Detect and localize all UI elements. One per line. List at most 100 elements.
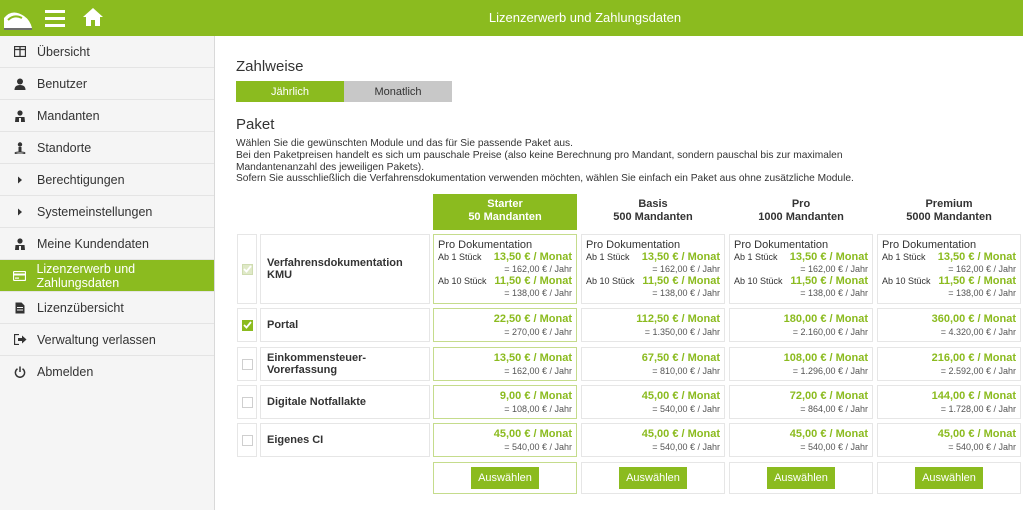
select-package-button-starter[interactable]: Auswählen	[471, 467, 539, 489]
tier-label: Ab 10 Stück	[882, 276, 931, 286]
sidebar-item-verwaltung-verlassen[interactable]: Verwaltung verlassen	[0, 324, 214, 356]
sidebar-item-label: Abmelden	[37, 365, 94, 379]
description-line: Wählen Sie die gewünschten Module und da…	[236, 138, 573, 149]
user-icon	[13, 77, 27, 91]
page-title: Lizenzerwerb und Zahlungsdaten	[488, 10, 682, 25]
sidebar-item-abmelden[interactable]: Abmelden	[0, 356, 214, 388]
tier-label: Ab 10 Stück	[734, 276, 783, 286]
module-checkbox[interactable]	[241, 358, 253, 370]
row-checkbox-cell	[237, 234, 257, 304]
sidebar-item-lizenzerwerb-und-zahlungsdaten[interactable]: Lizenzerwerb und Zahlungsdaten	[0, 260, 214, 292]
package-header-basis[interactable]: Basis 500 Mandanten	[581, 194, 725, 230]
sidebar-item-standorte[interactable]: Standorte	[0, 132, 214, 164]
monthly-price: 9,00 € / Monat	[499, 390, 572, 402]
monthly-price: 216,00 € / Monat	[931, 352, 1016, 364]
sidebar-item-mandanten[interactable]: Mandanten	[0, 100, 214, 132]
package-header-pro[interactable]: Pro 1000 Mandanten	[729, 194, 873, 230]
module-label: Eigenes CI	[260, 423, 430, 457]
package-clients: 5000 Mandanten	[906, 211, 992, 223]
button-cell: Auswählen	[877, 462, 1021, 494]
sidebar-item-label: Standorte	[37, 140, 92, 155]
chevron-right-icon	[13, 173, 27, 187]
yearly-price: = 138,00 € / Jahr	[504, 288, 572, 298]
yearly-price: = 162,00 € / Jahr	[504, 366, 572, 376]
price-cell: Pro Dokumentation Ab 1 Stück 13,50 € / Mon…	[877, 234, 1021, 304]
clients-icon	[13, 109, 27, 123]
location-icon	[13, 141, 27, 155]
payment-option-yearly[interactable]: Jährlich	[236, 81, 344, 102]
module-checkbox[interactable]	[241, 434, 253, 446]
sidebar-item-lizenzübersicht[interactable]: Lizenzübersicht	[0, 292, 214, 324]
chevron-right-icon	[13, 205, 27, 219]
yearly-price: = 1.296,00 € / Jahr	[792, 366, 868, 376]
row-checkbox-cell	[237, 308, 257, 342]
credit-card-icon	[13, 269, 27, 283]
document-icon	[13, 301, 27, 315]
price-cell: 45,00 € / Monat = 540,00 € / Jahr	[729, 423, 873, 457]
package-clients: 500 Mandanten	[613, 211, 693, 223]
sidebar-item-berechtigungen[interactable]: Berechtigungen	[0, 164, 214, 196]
package-name: Starter	[487, 198, 523, 210]
sidebar-item-benutzer[interactable]: Benutzer	[0, 68, 214, 100]
tier-label: Ab 1 Stück	[586, 252, 630, 262]
monthly-price: 144,00 € / Monat	[931, 390, 1016, 402]
monthly-price: 13,50 € / Monat	[937, 251, 1016, 263]
module-label: Verfahrensdokumentation KMU	[260, 234, 430, 304]
tier-label: Ab 10 Stück	[586, 276, 635, 286]
yearly-price: = 864,00 € / Jahr	[800, 404, 868, 414]
monthly-price: 360,00 € / Monat	[931, 313, 1016, 325]
tier-label: Ab 10 Stück	[438, 276, 487, 286]
monthly-price: 45,00 € / Monat	[493, 428, 572, 440]
monthly-price: 45,00 € / Monat	[789, 428, 868, 440]
price-cell: 45,00 € / Monat = 540,00 € / Jahr	[877, 423, 1021, 457]
price-cell: 67,50 € / Monat = 810,00 € / Jahr	[581, 347, 725, 381]
customer-icon	[13, 237, 27, 251]
yearly-price: = 270,00 € / Jahr	[504, 327, 572, 337]
payment-heading: Zahlweise	[236, 58, 304, 75]
row-checkbox-cell	[237, 423, 257, 457]
row-checkbox-cell	[237, 347, 257, 381]
sidebar-item-label: Verwaltung verlassen	[37, 332, 156, 347]
select-package-button-pro[interactable]: Auswählen	[767, 467, 835, 489]
package-name: Pro	[791, 198, 811, 210]
yearly-price: = 162,00 € / Jahr	[652, 264, 720, 274]
tier-label: Ab 1 Stück	[734, 252, 778, 262]
select-package-button-premium[interactable]: Auswählen	[915, 467, 983, 489]
module-checkbox[interactable]	[241, 319, 253, 331]
price-title: Pro Dokumentation	[882, 239, 977, 251]
monthly-price: 22,50 € / Monat	[493, 313, 572, 325]
price-cell: 22,50 € / Monat = 270,00 € / Jahr	[433, 308, 577, 342]
monthly-price: 45,00 € / Monat	[641, 390, 720, 402]
price-title: Pro Dokumentation	[734, 239, 829, 251]
yearly-price: = 2.592,00 € / Jahr	[940, 366, 1016, 376]
sidebar-item-meine-kundendaten[interactable]: Meine Kundendaten	[0, 228, 214, 260]
power-icon	[13, 365, 27, 379]
sidebar-item-label: Benutzer	[37, 76, 88, 91]
button-cell: Auswählen	[581, 462, 725, 494]
yearly-price: = 540,00 € / Jahr	[800, 442, 868, 452]
monthly-price: 108,00 € / Monat	[783, 352, 868, 364]
package-name: Premium	[925, 198, 973, 210]
module-label: Einkommensteuer-Vorerfassung	[260, 347, 430, 381]
tier-label: Ab 1 Stück	[438, 252, 482, 262]
package-header-premium[interactable]: Premium 5000 Mandanten	[877, 194, 1021, 230]
yearly-price: = 540,00 € / Jahr	[948, 442, 1016, 452]
yearly-price: = 162,00 € / Jahr	[948, 264, 1016, 274]
monthly-price: 45,00 € / Monat	[937, 428, 1016, 440]
price-cell: 45,00 € / Monat = 540,00 € / Jahr	[581, 385, 725, 419]
payment-option-monthly[interactable]: Monatlich	[344, 81, 452, 102]
yearly-price: = 1.350,00 € / Jahr	[644, 327, 720, 337]
yearly-price: = 162,00 € / Jahr	[504, 264, 572, 274]
sidebar-item-übersicht[interactable]: Übersicht	[0, 36, 214, 68]
sidebar-item-systemeinstellungen[interactable]: Systemeinstellungen	[0, 196, 214, 228]
sidebar-item-label: Berechtigungen	[37, 172, 125, 187]
select-package-button-basis[interactable]: Auswählen	[619, 467, 687, 489]
price-cell: 13,50 € / Monat = 162,00 € / Jahr	[433, 347, 577, 381]
button-cell: Auswählen	[729, 462, 873, 494]
package-header-starter[interactable]: Starter 50 Mandanten	[433, 194, 577, 230]
yearly-price: = 810,00 € / Jahr	[652, 366, 720, 376]
monthly-price: 13,50 € / Monat	[789, 251, 868, 263]
price-cell: 144,00 € / Monat = 1.728,00 € / Jahr	[877, 385, 1021, 419]
module-checkbox[interactable]	[241, 396, 253, 408]
yearly-price: = 138,00 € / Jahr	[800, 288, 868, 298]
